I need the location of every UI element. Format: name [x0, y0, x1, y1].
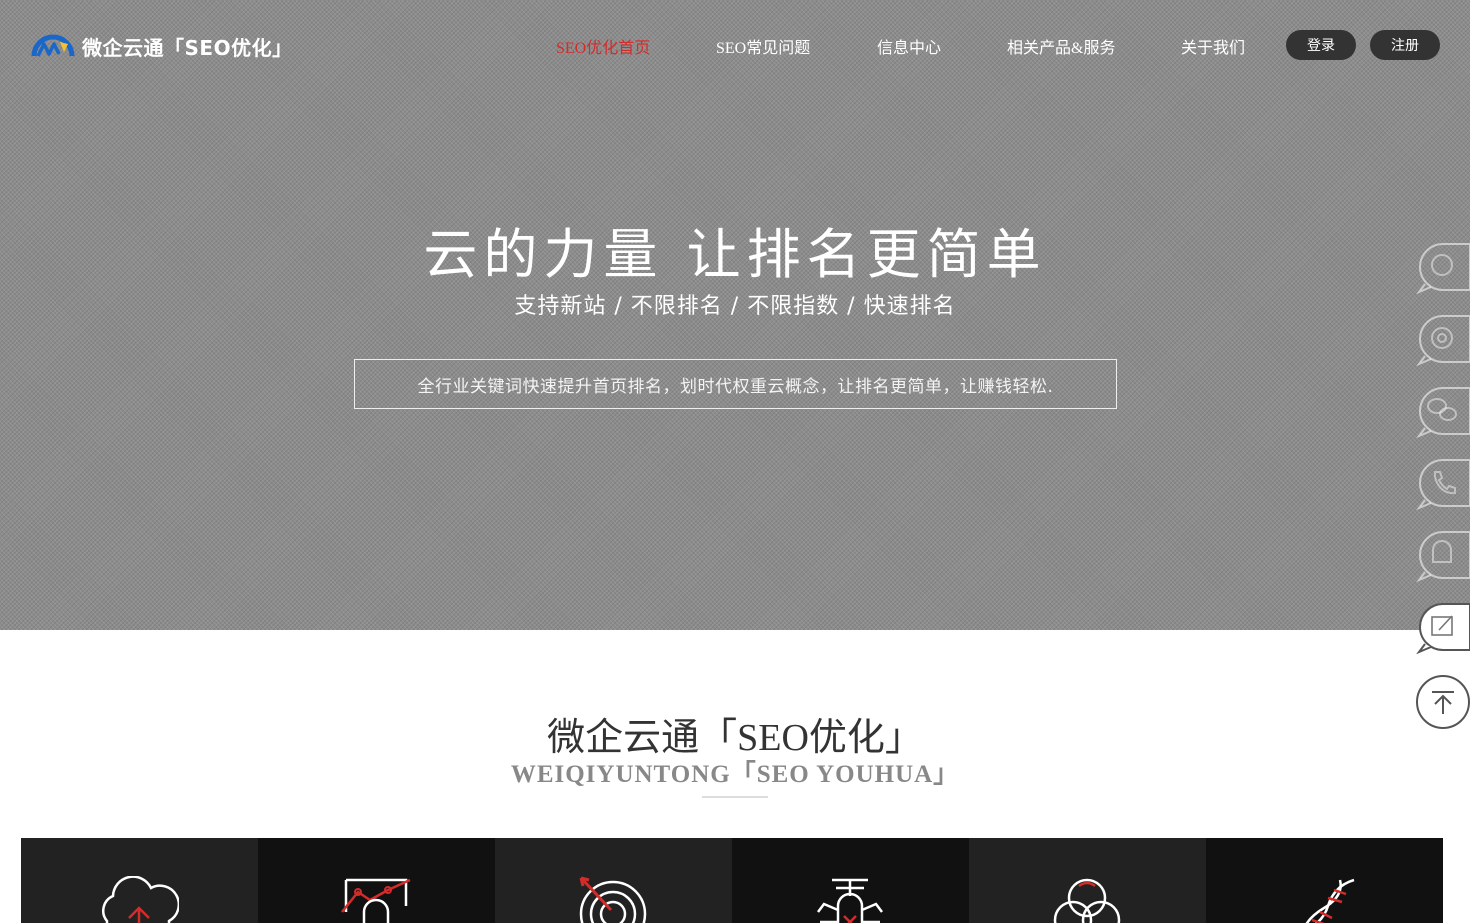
- edit-feedback-icon: [1416, 603, 1470, 654]
- side-message[interactable]: [1415, 528, 1470, 582]
- feature-tile-dna[interactable]: [1206, 838, 1443, 923]
- register-button[interactable]: 注册: [1370, 30, 1440, 60]
- phone-icon: [1416, 459, 1470, 510]
- nav-products-services[interactable]: 相关产品&服务: [1007, 34, 1115, 58]
- side-qq-service[interactable]: [1415, 312, 1470, 366]
- qq-service-icon: [1416, 315, 1470, 366]
- feature-tile-integration[interactable]: [969, 838, 1206, 923]
- side-phone[interactable]: [1415, 456, 1470, 510]
- feature-tile-target[interactable]: [495, 838, 732, 923]
- bug-icon: [817, 878, 883, 923]
- nav-seo-faq[interactable]: SEO常见问题: [716, 34, 810, 58]
- side-feedback[interactable]: [1415, 600, 1470, 654]
- nav-seo-home[interactable]: SEO优化首页: [556, 34, 650, 58]
- hero-title: 云的力量 让排名更简单: [423, 223, 1047, 286]
- venn-circles-icon: [1053, 878, 1121, 923]
- nav-about-us[interactable]: 关于我们: [1181, 34, 1245, 58]
- hero-subtitle: 支持新站 / 不限排名 / 不限指数 / 快速排名: [514, 294, 956, 319]
- logo-text: 微企云通「SEO优化」: [82, 35, 293, 60]
- hero-tagline-box: 全行业关键词快速提升首页排名，划时代权重云概念，让排名更简单，让赚钱轻松.: [354, 359, 1117, 409]
- dna-icon: [1305, 878, 1355, 923]
- hero-banner: 微企云通「SEO优化」 SEO优化首页 SEO常见问题 信息中心 相关产品&服务…: [0, 0, 1470, 630]
- chart-person-icon: [341, 878, 411, 923]
- message-bubble-icon: [1416, 531, 1470, 582]
- login-button[interactable]: 登录: [1286, 30, 1356, 60]
- feature-tile-cloud[interactable]: [21, 838, 258, 923]
- nav-info-center[interactable]: 信息中心: [877, 34, 941, 58]
- section-divider: [702, 796, 768, 798]
- side-qq-chat[interactable]: [1415, 240, 1470, 294]
- wechat-icon: [1416, 387, 1470, 438]
- target-icon: [579, 876, 647, 923]
- section-title: 微企云通「SEO优化」: [547, 717, 923, 759]
- feature-tile-bug[interactable]: [732, 838, 969, 923]
- section-subtitle: WEIQIYUNTONG「SEO YOUHUA」: [510, 761, 960, 788]
- side-wechat[interactable]: [1415, 384, 1470, 438]
- cloud-upload-icon: [102, 876, 179, 923]
- feature-tiles: [21, 838, 1443, 923]
- logo-icon: [31, 34, 75, 57]
- feature-tile-analytics[interactable]: [258, 838, 495, 923]
- qq-chat-icon: [1416, 243, 1470, 294]
- site-logo[interactable]: 微企云通「SEO优化」: [30, 30, 293, 62]
